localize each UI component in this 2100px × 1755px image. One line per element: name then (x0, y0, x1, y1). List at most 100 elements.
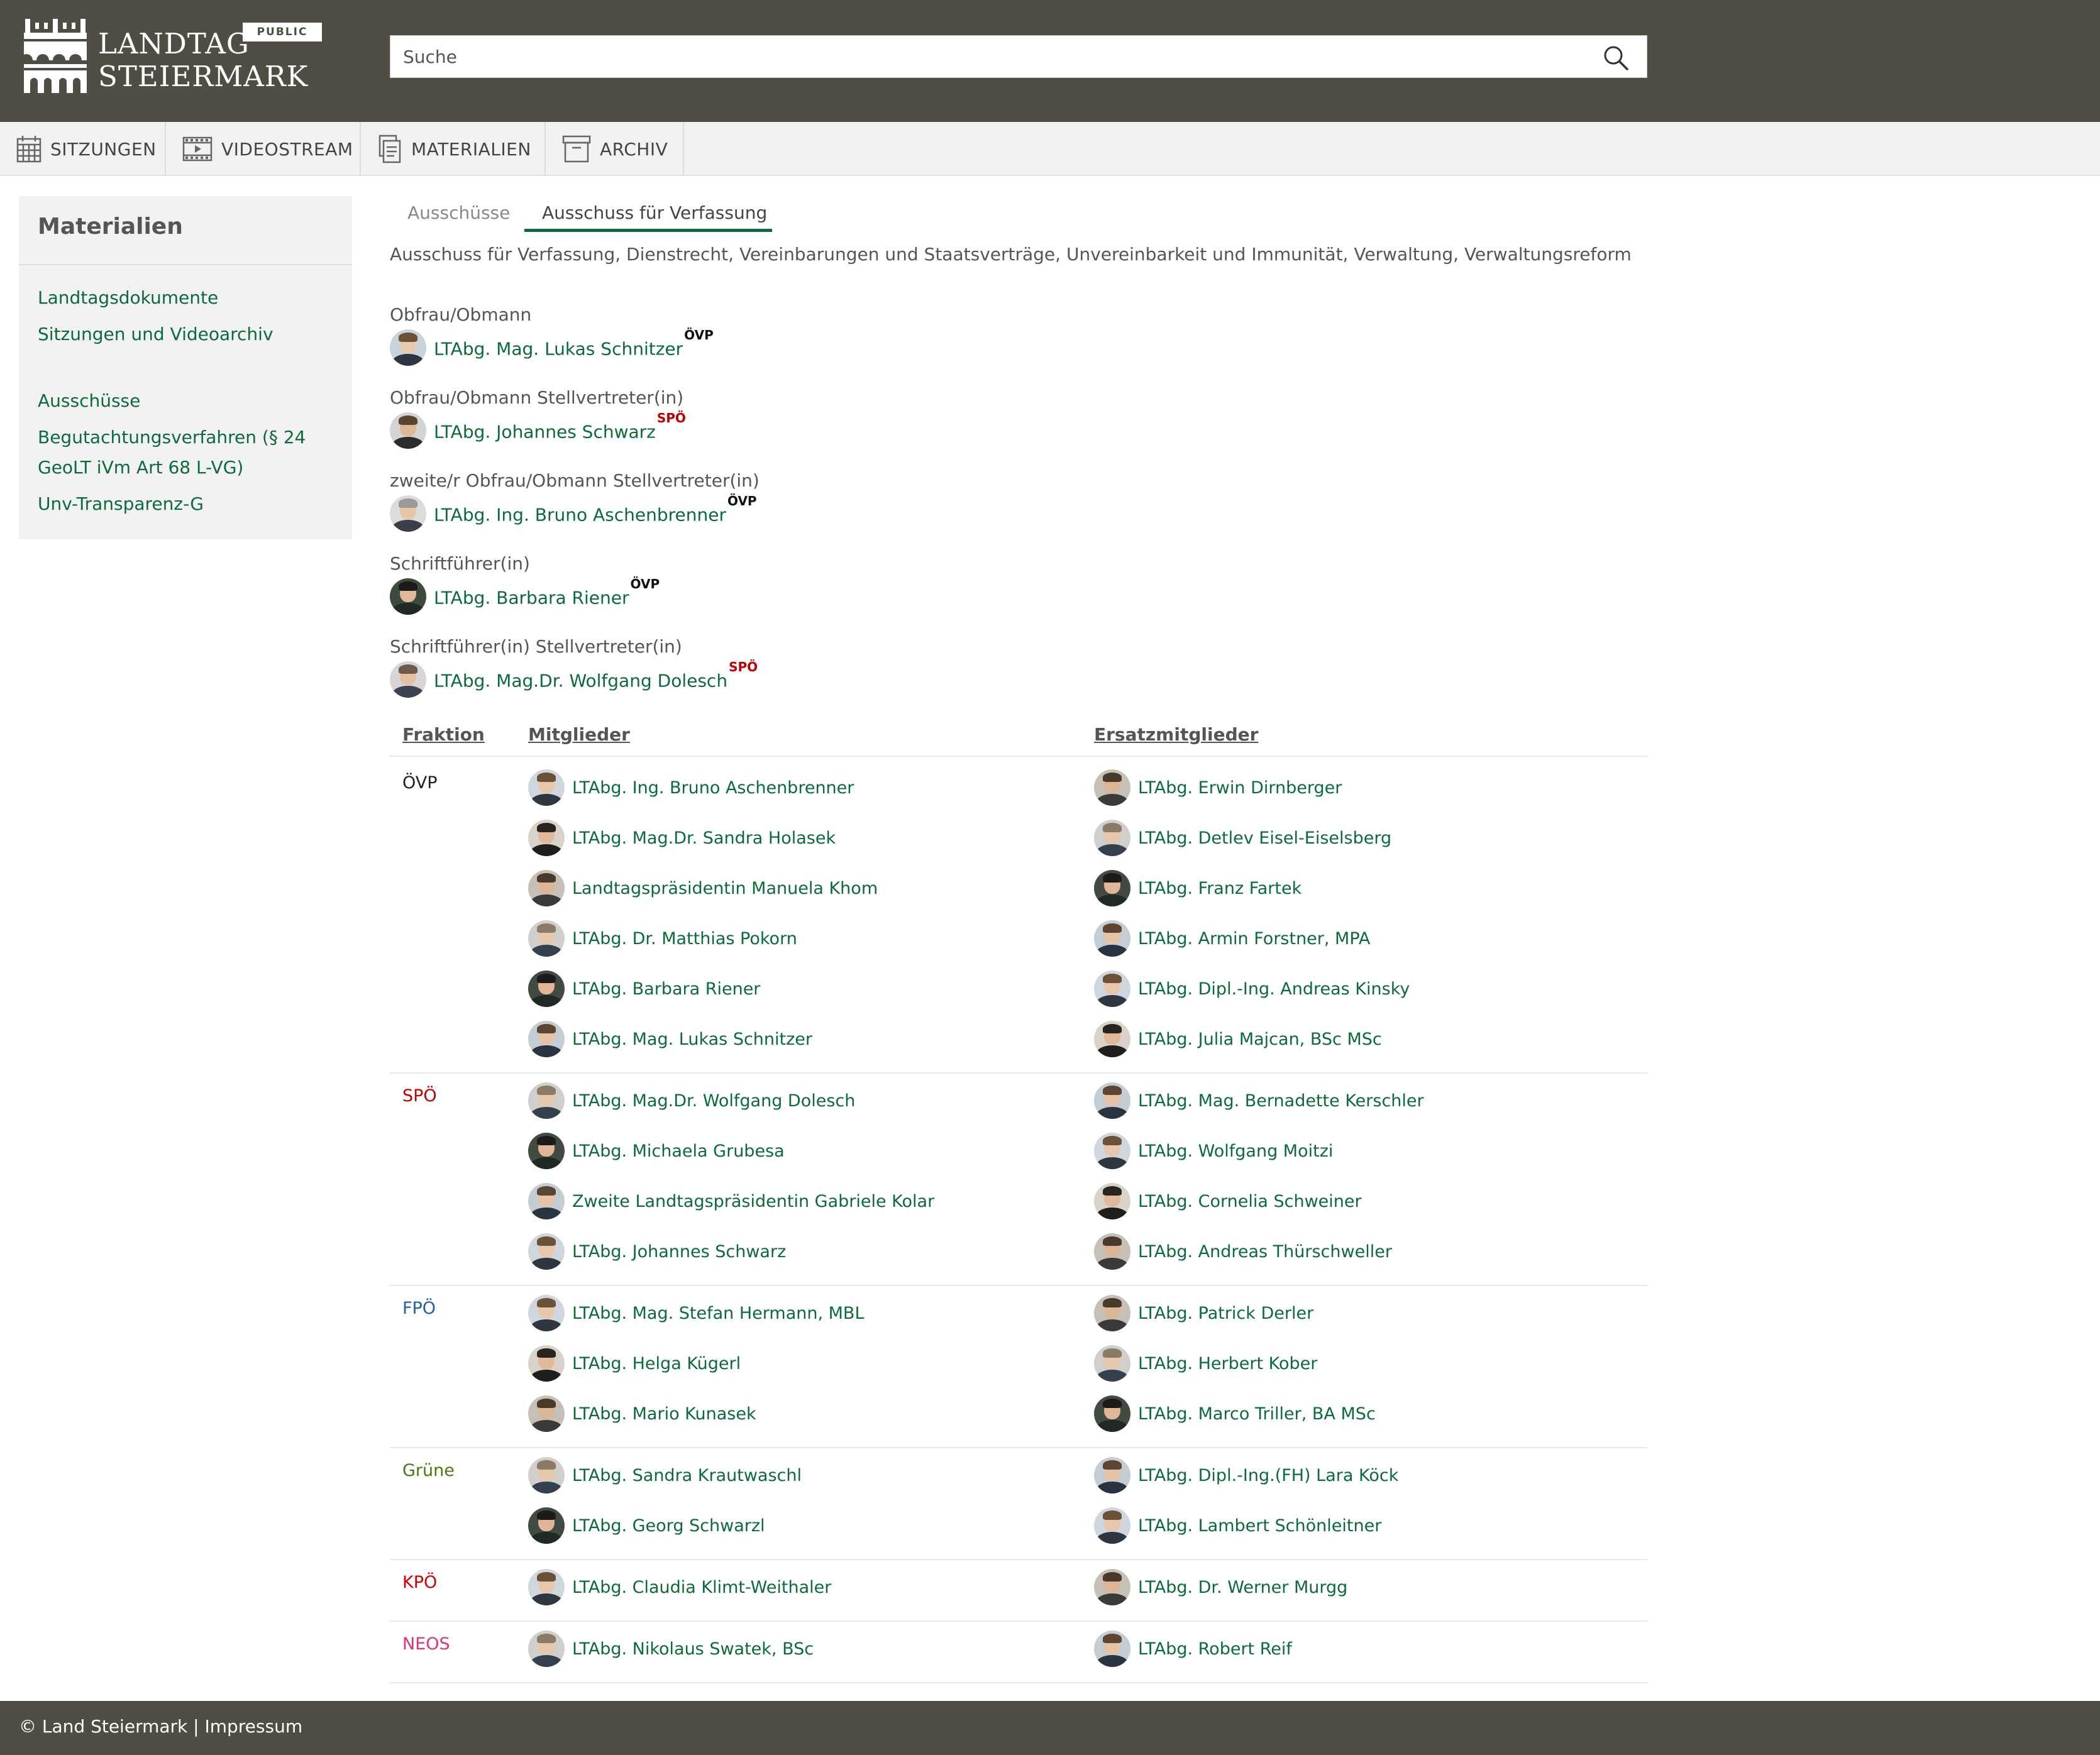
member-name-link[interactable]: LTAbg. Marco Triller, BA MSc (1138, 1404, 1376, 1424)
member-name-link[interactable]: LTAbg. Nikolaus Swatek, BSc (572, 1639, 814, 1659)
member-name-link[interactable]: LTAbg. Mag.Dr. Sandra Holasek (572, 828, 836, 848)
committee-member[interactable]: LTAbg. Ing. Bruno Aschenbrenner (528, 769, 854, 806)
sidebar-link-ausschuesse[interactable]: Ausschüsse (38, 386, 333, 416)
search-input[interactable] (403, 36, 1585, 77)
member-name-link[interactable]: LTAbg. Herbert Kober (1138, 1354, 1317, 1373)
member-name-link[interactable]: LTAbg. Robert Reif (1138, 1639, 1292, 1659)
sidebar-title: Materialien (38, 214, 183, 239)
member-name-link[interactable]: LTAbg. Helga Kügerl (572, 1354, 741, 1373)
committee-member[interactable]: LTAbg. Helga Kügerl (528, 1345, 741, 1382)
member-name-link[interactable]: LTAbg. Erwin Dirnberger (1138, 778, 1342, 798)
role-person[interactable]: LTAbg. Ing. Bruno AschenbrennerÖVP (390, 493, 757, 532)
committee-member[interactable]: Landtagspräsidentin Manuela Khom (528, 870, 878, 906)
column-header-ersatzmitglieder[interactable]: Ersatzmitglieder (1094, 724, 1258, 745)
member-name-link[interactable]: LTAbg. Mag. Lukas Schnitzer (572, 1030, 812, 1049)
person-name-link: LTAbg. Barbara RienerÖVP (434, 576, 660, 608)
substitute-member[interactable]: LTAbg. Lambert Schönleitner (1094, 1507, 1381, 1544)
fraktion-group: FPÖ LTAbg. Mag. Stefan Hermann, MBL LTAbg.… (390, 1286, 1647, 1448)
member-name-link[interactable]: LTAbg. Cornelia Schweiner (1138, 1192, 1362, 1211)
committee-member[interactable]: LTAbg. Claudia Klimt-Weithaler (528, 1569, 831, 1605)
member-name-link[interactable]: Zweite Landtagspräsidentin Gabriele Kola… (572, 1192, 934, 1211)
substitute-member[interactable]: LTAbg. Andreas Thürschweller (1094, 1233, 1392, 1270)
search-icon[interactable] (1603, 45, 1629, 71)
avatar (1094, 1233, 1130, 1270)
footer-text[interactable]: © Land Steiermark | Impressum (19, 1716, 302, 1737)
sidebar-link-begutachtungsverfahren[interactable]: Begutachtungsverfahren (§ 24 GeoLT iVm A… (38, 422, 333, 483)
member-name-link[interactable]: LTAbg. Julia Majcan, BSc MSc (1138, 1030, 1382, 1049)
member-name-link[interactable]: LTAbg. Ing. Bruno Aschenbrenner (572, 778, 854, 798)
member-name-link[interactable]: LTAbg. Sandra Krautwaschl (572, 1466, 802, 1485)
committee-member[interactable]: Zweite Landtagspräsidentin Gabriele Kola… (528, 1183, 934, 1219)
member-name-link[interactable]: LTAbg. Armin Forstner, MPA (1138, 929, 1370, 949)
nav-videostream[interactable]: VIDEOSTREAM (166, 122, 361, 176)
substitute-member[interactable]: LTAbg. Julia Majcan, BSc MSc (1094, 1021, 1382, 1057)
nav-materialien[interactable]: MATERIALIEN (361, 122, 546, 176)
tab-ausschuesse[interactable]: Ausschüsse (407, 202, 510, 223)
column-header-fraktion[interactable]: Fraktion (402, 724, 485, 745)
committee-member[interactable]: LTAbg. Mag. Stefan Hermann, MBL (528, 1295, 865, 1331)
member-name-link[interactable]: LTAbg. Mag. Bernadette Kerschler (1138, 1091, 1424, 1111)
substitute-member[interactable]: LTAbg. Mag. Bernadette Kerschler (1094, 1082, 1424, 1119)
role-secretary: Schriftführer(in) LTAbg. Barbara RienerÖ… (390, 553, 660, 615)
table-header-divider (390, 756, 1647, 757)
avatar (390, 412, 426, 449)
committee-member[interactable]: LTAbg. Nikolaus Swatek, BSc (528, 1631, 814, 1667)
member-name-link[interactable]: LTAbg. Dr. Matthias Pokorn (572, 929, 797, 949)
member-name-link[interactable]: LTAbg. Barbara Riener (572, 979, 760, 999)
member-name-link[interactable]: LTAbg. Dipl.-Ing.(FH) Lara Köck (1138, 1466, 1398, 1485)
member-name-link[interactable]: LTAbg. Mag.Dr. Wolfgang Dolesch (572, 1091, 855, 1111)
member-name-link[interactable]: LTAbg. Dipl.-Ing. Andreas Kinsky (1138, 979, 1410, 999)
site-footer: © Land Steiermark | Impressum (0, 1701, 2100, 1755)
sidebar-link-landtagsdokumente[interactable]: Landtagsdokumente (38, 283, 333, 313)
role-person[interactable]: LTAbg. Mag.Dr. Wolfgang DoleschSPÖ (390, 659, 758, 698)
member-name-link[interactable]: LTAbg. Georg Schwarzl (572, 1516, 765, 1536)
substitute-member[interactable]: LTAbg. Herbert Kober (1094, 1345, 1317, 1382)
substitute-member[interactable]: LTAbg. Franz Fartek (1094, 870, 1301, 906)
member-name-link[interactable]: LTAbg. Franz Fartek (1138, 879, 1301, 898)
committee-member[interactable]: LTAbg. Georg Schwarzl (528, 1507, 765, 1544)
landtag-logo[interactable]: LANDTAG STEIERMARK PUBLIC (24, 19, 326, 101)
substitute-member[interactable]: LTAbg. Detlev Eisel-Eiselsberg (1094, 820, 1391, 856)
committee-member[interactable]: LTAbg. Barbara Riener (528, 971, 760, 1007)
role-person[interactable]: LTAbg. Johannes SchwarzSPÖ (390, 410, 686, 449)
substitute-member[interactable]: LTAbg. Robert Reif (1094, 1631, 1292, 1667)
committee-member[interactable]: LTAbg. Sandra Krautwaschl (528, 1457, 802, 1494)
member-name-link[interactable]: LTAbg. Andreas Thürschweller (1138, 1242, 1392, 1262)
member-name-link[interactable]: LTAbg. Detlev Eisel-Eiselsberg (1138, 828, 1391, 848)
role-person[interactable]: LTAbg. Barbara RienerÖVP (390, 576, 660, 615)
substitute-member[interactable]: LTAbg. Wolfgang Moitzi (1094, 1133, 1333, 1169)
committee-member[interactable]: LTAbg. Mag. Lukas Schnitzer (528, 1021, 812, 1057)
member-name-link[interactable]: LTAbg. Johannes Schwarz (572, 1242, 786, 1262)
substitute-member[interactable]: LTAbg. Dr. Werner Murgg (1094, 1569, 1347, 1605)
member-name-link[interactable]: LTAbg. Michaela Grubesa (572, 1142, 785, 1161)
committee-member[interactable]: LTAbg. Mag.Dr. Sandra Holasek (528, 820, 836, 856)
committee-member[interactable]: LTAbg. Dr. Matthias Pokorn (528, 920, 797, 957)
member-name-link[interactable]: LTAbg. Claudia Klimt-Weithaler (572, 1578, 831, 1597)
member-name-link[interactable]: LTAbg. Lambert Schönleitner (1138, 1516, 1381, 1536)
member-name-link[interactable]: LTAbg. Mario Kunasek (572, 1404, 756, 1424)
member-name-link[interactable]: LTAbg. Dr. Werner Murgg (1138, 1578, 1347, 1597)
sidebar-link-sitzungen-videoarchiv[interactable]: Sitzungen und Videoarchiv (38, 319, 333, 349)
tab-ausschuss-fuer-verfassung[interactable]: Ausschuss für Verfassung (542, 202, 767, 223)
nav-archiv[interactable]: ARCHIV (546, 122, 684, 176)
role-person[interactable]: LTAbg. Mag. Lukas SchnitzerÖVP (390, 327, 714, 366)
member-name-link[interactable]: LTAbg. Mag. Stefan Hermann, MBL (572, 1304, 865, 1323)
committee-member[interactable]: LTAbg. Mario Kunasek (528, 1395, 756, 1432)
substitute-member[interactable]: LTAbg. Dipl.-Ing.(FH) Lara Köck (1094, 1457, 1398, 1494)
member-name-link[interactable]: LTAbg. Patrick Derler (1138, 1304, 1313, 1323)
substitute-member[interactable]: LTAbg. Marco Triller, BA MSc (1094, 1395, 1376, 1432)
substitute-member[interactable]: LTAbg. Erwin Dirnberger (1094, 769, 1342, 806)
member-name-link[interactable]: LTAbg. Wolfgang Moitzi (1138, 1142, 1333, 1161)
nav-sitzungen[interactable]: SITZUNGEN (0, 122, 166, 176)
committee-member[interactable]: LTAbg. Johannes Schwarz (528, 1233, 786, 1270)
committee-member[interactable]: LTAbg. Michaela Grubesa (528, 1133, 785, 1169)
avatar (528, 1345, 565, 1382)
sidebar-link-unv-transparenz[interactable]: Unv-Transparenz-G (38, 489, 333, 519)
column-header-mitglieder[interactable]: Mitglieder (528, 724, 630, 745)
member-name-link[interactable]: Landtagspräsidentin Manuela Khom (572, 879, 878, 898)
committee-member[interactable]: LTAbg. Mag.Dr. Wolfgang Dolesch (528, 1082, 855, 1119)
substitute-member[interactable]: LTAbg. Armin Forstner, MPA (1094, 920, 1370, 957)
substitute-member[interactable]: LTAbg. Cornelia Schweiner (1094, 1183, 1362, 1219)
substitute-member[interactable]: LTAbg. Dipl.-Ing. Andreas Kinsky (1094, 971, 1410, 1007)
substitute-member[interactable]: LTAbg. Patrick Derler (1094, 1295, 1313, 1331)
